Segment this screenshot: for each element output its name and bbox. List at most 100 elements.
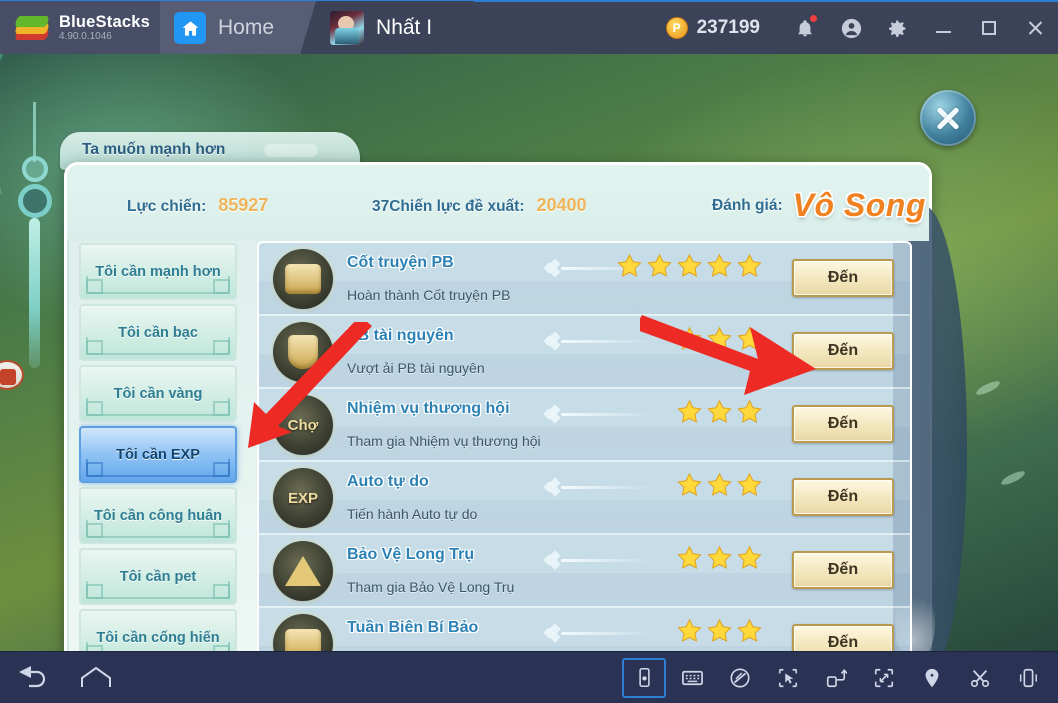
task-icon-emblem xyxy=(285,629,321,651)
close-window-button[interactable] xyxy=(1012,1,1058,55)
sidebar-item-label: Tôi cần pet xyxy=(119,568,197,585)
stat-recommended-label: 37Chiến lực đề xuất: xyxy=(372,198,525,215)
home-icon xyxy=(174,12,206,44)
go-button[interactable]: Đến xyxy=(792,478,894,516)
notifications-bell-icon[interactable] xyxy=(782,1,828,55)
home-icon[interactable] xyxy=(64,652,128,703)
task-icon-glyph: EXP xyxy=(287,489,318,507)
tilt-device-icon[interactable] xyxy=(622,657,666,698)
tools-group xyxy=(620,657,1058,698)
go-button[interactable]: Đến xyxy=(792,624,894,651)
task-row[interactable]: Cốt truyện PB Hoàn thành Cốt truyện PB Đến xyxy=(259,243,910,316)
task-name: Tuần Biên Bí Bảo xyxy=(347,619,479,636)
task-row[interactable]: Bảo Vệ Long Trụ Tham gia Bảo Vệ Long Trụ Đ… xyxy=(259,535,910,608)
panel-tab-label: Ta muốn mạnh hơn xyxy=(82,141,226,158)
tab-home-label: Home xyxy=(218,16,275,39)
stat-power: Lực chiến: 85927 xyxy=(127,195,268,216)
task-row[interactable]: PB tài nguyên Vượt ải PB tài nguyên Đến xyxy=(259,316,910,389)
strengthen-panel: Ta muốn mạnh hơn Lực chiến: 85927 37Chiế… xyxy=(18,90,976,651)
task-name: Nhiệm vụ thương hội xyxy=(347,400,510,417)
sidebar-item-5[interactable]: Tôi cần công huân xyxy=(79,487,237,544)
sidebar-item-1[interactable]: Tôi cần mạnh hơn xyxy=(79,243,237,300)
maximize-button[interactable] xyxy=(966,1,1012,55)
stat-power-value: 85927 xyxy=(218,195,269,215)
exp-swords-medallion-icon: EXP xyxy=(273,468,333,528)
sidebar-item-label: Tôi cần vàng xyxy=(113,385,203,402)
screenshot-scissors-icon[interactable] xyxy=(958,658,1002,698)
sidebar-item-4[interactable]: Tôi cần EXP xyxy=(79,426,237,483)
task-separator-ornament xyxy=(543,404,655,424)
sidebar-item-6[interactable]: Tôi cần pet xyxy=(79,548,237,605)
brand-version: 4.90.0.1046 xyxy=(59,30,112,42)
titlebar-right-controls: P 237199 xyxy=(665,1,1058,55)
stat-power-label: Lực chiến: xyxy=(127,198,207,215)
sidebar-item-3[interactable]: Tôi cần vàng xyxy=(79,365,237,422)
task-description: Tham gia Nhiệm vụ thương hội xyxy=(347,433,541,449)
task-separator-ornament xyxy=(543,550,655,570)
task-description: Tiến hành Auto tự do xyxy=(347,506,478,522)
panel-body: Lực chiến: 85927 37Chiến lực đề xuất: 20… xyxy=(64,162,967,651)
minimize-button[interactable] xyxy=(920,1,966,55)
points-coin-icon: P xyxy=(665,17,688,39)
stat-rating-value: Vô Song xyxy=(792,187,926,223)
user-account-icon[interactable] xyxy=(828,1,874,55)
fullscreen-icon[interactable] xyxy=(862,658,906,698)
sidebar-item-label: Tôi cần công huân xyxy=(93,507,223,524)
sidebar-item-label: Tôi cần bạc xyxy=(118,324,198,341)
keyboard-controls-icon[interactable] xyxy=(670,658,714,698)
bluestacks-brand: BlueStacks 4.90.0.1046 xyxy=(0,1,160,55)
settings-gear-icon[interactable] xyxy=(874,1,920,55)
back-icon[interactable] xyxy=(0,652,64,703)
points-display[interactable]: P 237199 xyxy=(665,17,760,39)
task-star-rating xyxy=(617,253,762,278)
titlebar: BlueStacks 4.90.0.1046 Home Nhất I P 237… xyxy=(0,0,1058,55)
task-icon-glyph: Chợ xyxy=(287,416,319,434)
macro-pointer-icon[interactable] xyxy=(766,658,810,698)
brand-name: BlueStacks xyxy=(59,12,150,31)
task-icon-emblem xyxy=(288,335,318,369)
task-star-rating xyxy=(677,545,762,570)
task-separator-ornament xyxy=(543,331,655,351)
go-button[interactable]: Đến xyxy=(792,551,894,589)
decor-leaf xyxy=(999,469,1027,487)
sidebar-item-7[interactable]: Tôi cần cống hiến xyxy=(79,609,237,651)
game-avatar-icon xyxy=(330,11,365,45)
sidebar[interactable]: Tôi cần mạnh hơn Tôi cần bạc Tôi cần vàng T… xyxy=(79,243,243,651)
task-icon-emblem xyxy=(285,556,321,586)
task-star-rating xyxy=(677,326,762,351)
jade-tassel-ornament xyxy=(12,102,58,432)
sidebar-item-label: Tôi cần mạnh hơn xyxy=(95,263,221,280)
go-button[interactable]: Đến xyxy=(792,259,894,297)
tab-home[interactable]: Home xyxy=(160,1,317,55)
go-button[interactable]: Đến xyxy=(792,405,894,443)
go-button-label: Đến xyxy=(827,269,859,286)
task-star-rating xyxy=(677,399,762,424)
sidebar-item-label: Tôi cần EXP xyxy=(116,446,200,463)
stat-recommended-value: 20400 xyxy=(536,195,587,215)
go-button-label: Đến xyxy=(827,634,859,651)
close-panel-button[interactable] xyxy=(920,90,976,146)
sidebar-item-2[interactable]: Tôi cần bạc xyxy=(79,304,237,361)
panel-header: Lực chiến: 85927 37Chiến lực đề xuất: 20… xyxy=(67,165,929,241)
market-shield-medallion-icon: Chợ xyxy=(273,395,333,455)
location-pin-icon[interactable] xyxy=(910,658,954,698)
block-ads-icon[interactable] xyxy=(718,658,762,698)
rotate-screen-icon[interactable] xyxy=(814,658,858,698)
shake-device-icon[interactable] xyxy=(1006,658,1050,698)
go-button[interactable]: Đến xyxy=(792,332,894,370)
go-button-label: Đến xyxy=(827,415,859,432)
decor-leaf xyxy=(974,379,1002,397)
go-button-label: Đến xyxy=(827,561,859,578)
task-description: Hoàn thành Cốt truyện PB xyxy=(347,287,511,303)
task-star-rating xyxy=(677,618,762,643)
go-button-label: Đến xyxy=(827,342,859,359)
go-button-label: Đến xyxy=(827,488,859,505)
task-star-rating xyxy=(677,472,762,497)
task-row[interactable]: EXP Auto tự do Tiến hành Auto tự do Đến xyxy=(259,462,910,535)
task-separator-ornament xyxy=(543,623,655,643)
task-row[interactable]: Chợ Nhiệm vụ thương hội Tham gia Nhiệm vụ … xyxy=(259,389,910,462)
tab-game[interactable]: Nhất I xyxy=(316,1,475,55)
task-row[interactable]: Tuần Biên Bí Bảo Đến xyxy=(259,608,910,651)
bottom-toolbar xyxy=(0,651,1058,703)
task-list[interactable]: Cốt truyện PB Hoàn thành Cốt truyện PB Đến… xyxy=(257,241,912,651)
